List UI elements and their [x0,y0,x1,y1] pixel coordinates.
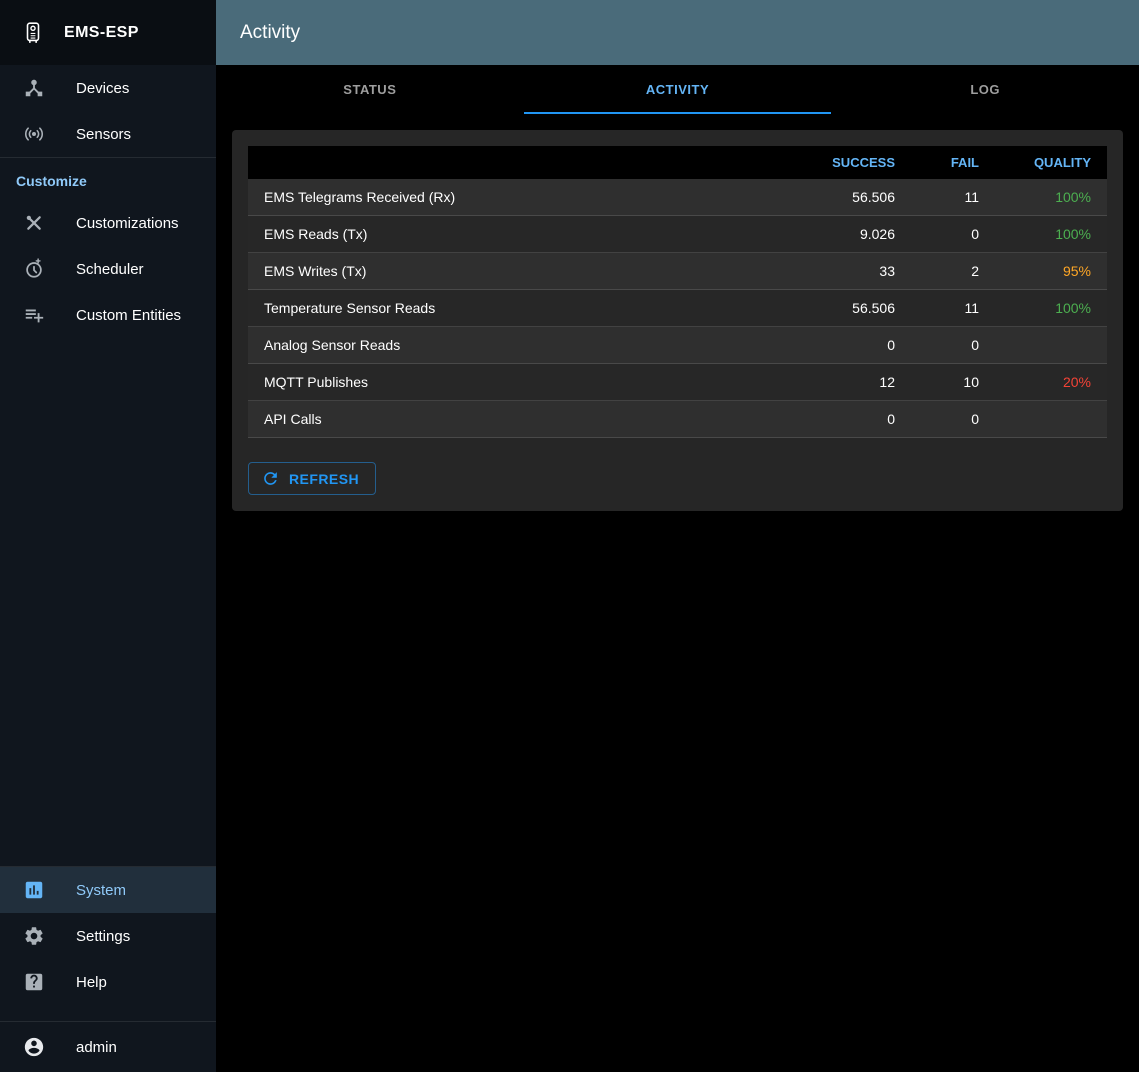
customizations-icon [22,211,46,235]
sidebar-item-system[interactable]: System [0,867,216,913]
sidebar-item-devices[interactable]: Devices [0,65,216,111]
row-success: 33 [791,253,911,290]
tab-label: STATUS [343,82,396,97]
row-success: 0 [791,401,911,438]
table-row: Temperature Sensor Reads 56.506 11 100% [248,290,1107,327]
app-title: EMS-ESP [64,24,139,42]
sidebar-item-settings[interactable]: Settings [0,913,216,959]
row-fail: 10 [911,364,995,401]
sidebar-item-label: Settings [76,928,130,945]
row-fail: 11 [911,179,995,216]
page-title: Activity [240,22,300,44]
account-circle-icon [22,1035,46,1059]
row-success: 12 [791,364,911,401]
main-area: Activity STATUS ACTIVITY LOG SUCCESS FA [216,0,1139,1072]
tab-activity[interactable]: ACTIVITY [524,65,832,114]
sidebar-item-sensors[interactable]: Sensors [0,111,216,157]
row-quality: 100% [995,290,1107,327]
table-row: Analog Sensor Reads 0 0 [248,327,1107,364]
tab-bar: STATUS ACTIVITY LOG [216,65,1139,114]
table-row: EMS Writes (Tx) 33 2 95% [248,253,1107,290]
row-quality: 100% [995,216,1107,253]
column-header-fail: FAIL [911,146,995,179]
help-icon [22,970,46,994]
sidebar-item-label: Devices [76,80,129,97]
tab-label: LOG [970,82,1000,97]
tab-label: ACTIVITY [646,82,709,97]
refresh-button[interactable]: REFRESH [248,462,376,495]
app-root: EMS-ESP Devices Sensors Customize Custom… [0,0,1139,1072]
sidebar-item-label: Custom Entities [76,307,181,324]
sidebar-section-customize: Customize [0,158,216,200]
row-success: 56.506 [791,290,911,327]
ems-esp-logo-icon [18,16,48,50]
row-fail: 11 [911,290,995,327]
column-header-success: SUCCESS [791,146,911,179]
sidebar: EMS-ESP Devices Sensors Customize Custom… [0,0,216,1072]
row-name: Temperature Sensor Reads [248,290,791,327]
sidebar-item-label: Sensors [76,126,131,143]
row-fail: 0 [911,216,995,253]
row-success: 0 [791,327,911,364]
logo-bar: EMS-ESP [0,0,216,65]
custom-entities-icon [22,303,46,327]
devices-icon [22,76,46,100]
row-name: EMS Telegrams Received (Rx) [248,179,791,216]
sensors-icon [22,122,46,146]
column-header-name [248,146,791,179]
table-row: API Calls 0 0 [248,401,1107,438]
username-label: admin [76,1039,117,1056]
sidebar-item-label: Customizations [76,215,179,232]
table-row: MQTT Publishes 12 10 20% [248,364,1107,401]
row-name: API Calls [248,401,791,438]
row-success: 9.026 [791,216,911,253]
row-fail: 0 [911,401,995,438]
row-quality: 100% [995,179,1107,216]
row-fail: 0 [911,327,995,364]
sidebar-item-label: Help [76,974,107,991]
activity-table: SUCCESS FAIL QUALITY EMS Telegrams Recei… [248,146,1107,438]
column-header-quality: QUALITY [995,146,1107,179]
row-quality: 95% [995,253,1107,290]
sidebar-item-label: Scheduler [76,261,144,278]
row-fail: 2 [911,253,995,290]
sidebar-item-custom-entities[interactable]: Custom Entities [0,292,216,338]
tab-status[interactable]: STATUS [216,65,524,114]
row-quality [995,327,1107,364]
refresh-button-label: REFRESH [289,471,359,487]
row-quality [995,401,1107,438]
sidebar-item-help[interactable]: Help [0,959,216,1005]
row-quality: 20% [995,364,1107,401]
row-name: Analog Sensor Reads [248,327,791,364]
table-header-row: SUCCESS FAIL QUALITY [248,146,1107,179]
appbar: Activity [216,0,1139,65]
activity-card: SUCCESS FAIL QUALITY EMS Telegrams Recei… [232,130,1123,511]
settings-gear-icon [22,924,46,948]
row-name: EMS Writes (Tx) [248,253,791,290]
scheduler-icon [22,257,46,281]
table-row: EMS Reads (Tx) 9.026 0 100% [248,216,1107,253]
row-name: EMS Reads (Tx) [248,216,791,253]
tab-log[interactable]: LOG [831,65,1139,114]
sidebar-item-scheduler[interactable]: Scheduler [0,246,216,292]
sidebar-item-admin[interactable]: admin [0,1022,216,1072]
row-success: 56.506 [791,179,911,216]
sidebar-item-label: System [76,882,126,899]
sidebar-item-customizations[interactable]: Customizations [0,200,216,246]
tab-active-indicator [524,112,832,114]
table-row: EMS Telegrams Received (Rx) 56.506 11 10… [248,179,1107,216]
sidebar-spacer [0,338,216,866]
refresh-icon [261,469,280,488]
system-icon [22,878,46,902]
row-name: MQTT Publishes [248,364,791,401]
